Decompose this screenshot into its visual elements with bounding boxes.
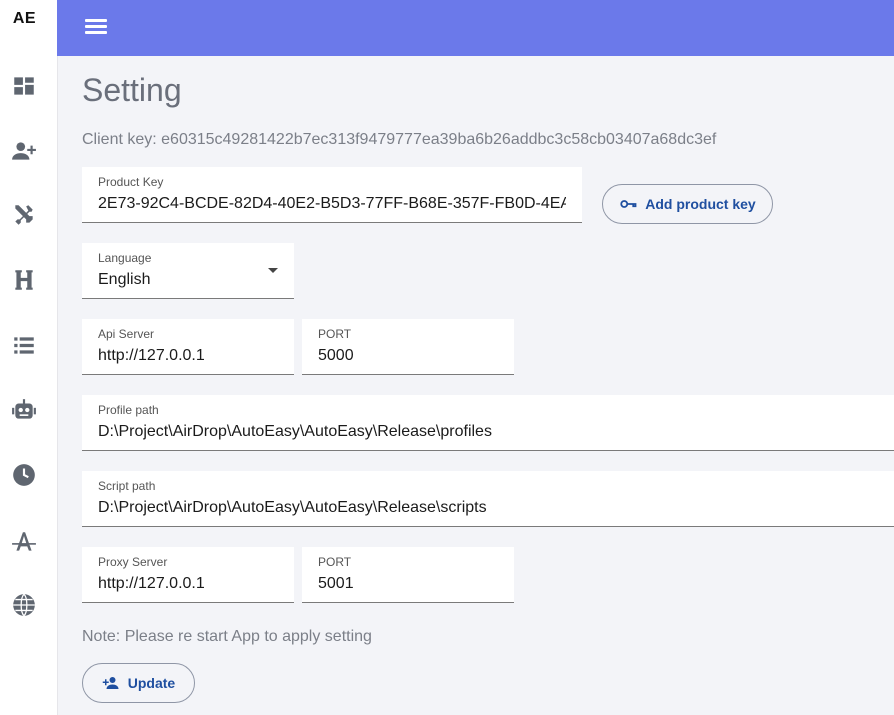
api-server-input[interactable]: [98, 347, 278, 365]
language-label: Language: [98, 251, 152, 265]
clock-icon: [13, 464, 35, 486]
profile-path-field[interactable]: Profile path: [82, 395, 894, 451]
restart-note: Note: Please re start App to apply setti…: [82, 628, 372, 645]
product-key-field[interactable]: Product Key: [82, 167, 582, 223]
api-port-label: PORT: [318, 327, 352, 341]
sidebar-item-history[interactable]: [0, 459, 48, 491]
hamburger-menu-button[interactable]: [85, 16, 107, 38]
sidebar-item-robot[interactable]: [0, 394, 48, 426]
script-path-field[interactable]: Script path: [82, 471, 894, 527]
api-server-label: Api Server: [98, 327, 155, 341]
profile-path-input[interactable]: [98, 423, 878, 441]
key-icon: [620, 200, 637, 208]
add-user-icon: [12, 142, 36, 160]
sidebar-item-add-user[interactable]: [0, 135, 48, 167]
robot-icon: [12, 399, 36, 419]
add-product-key-label: Add product key: [645, 196, 756, 212]
script-path-label: Script path: [98, 479, 156, 493]
heading-icon: [15, 270, 33, 290]
dashboard-icon: [14, 77, 34, 95]
product-key-input[interactable]: [98, 195, 566, 213]
sidebar-item-tools[interactable]: [0, 199, 48, 231]
proxy-server-input[interactable]: [98, 575, 278, 593]
list-icon: [14, 337, 34, 354]
page-title: Setting: [82, 72, 182, 108]
proxy-server-field[interactable]: Proxy Server: [82, 547, 294, 603]
script-path-input[interactable]: [98, 499, 878, 517]
product-key-label: Product Key: [98, 175, 164, 189]
sidebar-item-font[interactable]: [0, 526, 48, 558]
update-label: Update: [127, 675, 176, 691]
api-port-field[interactable]: PORT: [302, 319, 514, 375]
dropdown-arrow-icon: [268, 268, 278, 273]
sidebar-item-network[interactable]: [0, 589, 48, 621]
sidebar: AE: [0, 0, 58, 715]
proxy-port-input[interactable]: [318, 575, 498, 593]
sidebar-item-dashboard[interactable]: [0, 70, 48, 102]
add-product-key-button[interactable]: Add product key: [602, 184, 773, 224]
proxy-server-label: Proxy Server: [98, 555, 168, 569]
profile-path-label: Profile path: [98, 403, 159, 417]
proxy-port-field[interactable]: PORT: [302, 547, 514, 603]
client-key-text: Client key: e60315c49281422b7ec313f94797…: [82, 131, 717, 148]
brand-logo: AE: [12, 10, 37, 27]
font-icon: [12, 532, 36, 551]
top-app-bar: [57, 0, 894, 56]
sidebar-item-heading[interactable]: [0, 264, 48, 296]
tools-icon: [15, 205, 33, 225]
language-select[interactable]: Language English: [82, 243, 294, 299]
sidebar-item-list[interactable]: [0, 329, 48, 361]
api-server-field[interactable]: Api Server: [82, 319, 294, 375]
globe-icon: [13, 593, 35, 617]
api-port-input[interactable]: [318, 347, 498, 365]
update-button[interactable]: Update: [82, 663, 195, 703]
proxy-port-label: PORT: [318, 555, 352, 569]
add-user-icon: [102, 677, 119, 689]
language-value: English: [98, 271, 151, 288]
